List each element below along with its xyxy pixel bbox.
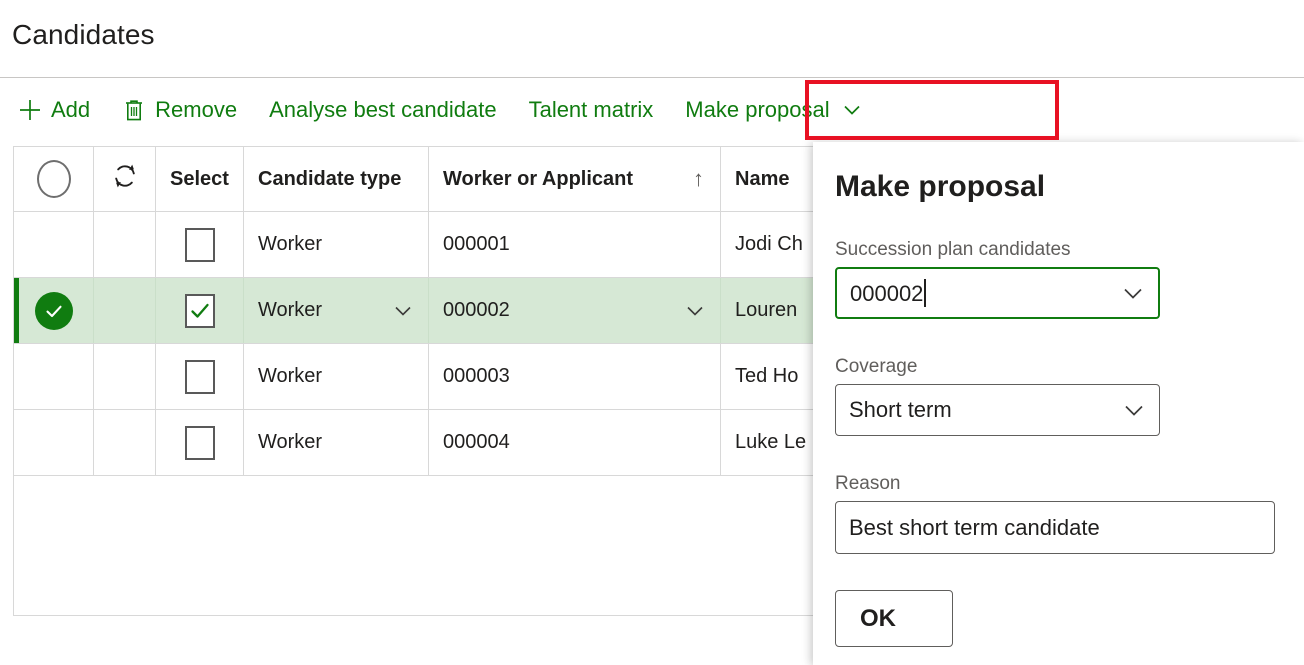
row-select-cell[interactable] xyxy=(156,212,244,277)
succession-plan-candidates-value: 000002 xyxy=(850,280,924,306)
coverage-combobox[interactable]: Short term xyxy=(835,384,1160,436)
row-checkbox[interactable] xyxy=(184,227,215,262)
row-status-cell xyxy=(14,410,94,475)
ok-button-label: OK xyxy=(860,604,896,632)
row-candidate-type-cell[interactable]: Worker xyxy=(244,344,429,409)
row-name-value: Ted Ho xyxy=(735,365,799,387)
toolbar: Add Remove Analyse best candidate Talent… xyxy=(0,78,1304,142)
dialog-title: Make proposal xyxy=(835,170,1046,203)
worker-or-applicant-chevron-down-icon[interactable] xyxy=(684,300,706,322)
row-refresh-cell xyxy=(94,212,156,277)
coverage-label: Coverage xyxy=(835,356,918,377)
row-name-value: Louren xyxy=(735,299,798,321)
coverage-value: Short term xyxy=(849,397,952,422)
refresh-icon xyxy=(110,161,140,197)
add-button[interactable]: Add xyxy=(0,86,106,134)
make-proposal-button[interactable]: Make proposal xyxy=(669,86,878,134)
succession-plan-candidates-label: Succession plan candidates xyxy=(835,239,1071,260)
chevron-down-icon xyxy=(841,99,863,121)
make-proposal-label: Make proposal xyxy=(685,97,830,122)
reason-field: Reason Best short term candidate xyxy=(835,472,1275,554)
coverage-field: Coverage Short term xyxy=(835,355,1160,436)
analyse-best-candidate-label: Analyse best candidate xyxy=(269,97,497,122)
row-refresh-cell xyxy=(94,278,156,343)
row-worker-or-applicant-cell[interactable]: 000003 xyxy=(429,344,721,409)
add-button-label: Add xyxy=(51,97,91,122)
row-candidate-type-cell[interactable]: Worker xyxy=(244,212,429,277)
row-name-value: Luke Le xyxy=(735,431,807,453)
row-select-cell[interactable] xyxy=(156,278,244,343)
reason-label: Reason xyxy=(835,473,901,494)
row-worker-or-applicant-value: 000003 xyxy=(443,365,510,387)
row-worker-or-applicant-cell[interactable]: 000004 xyxy=(429,410,721,475)
make-proposal-dialog: Make proposal Succession plan candidates… xyxy=(813,142,1304,665)
row-candidate-type-cell[interactable]: Worker xyxy=(244,410,429,475)
remove-button-label: Remove xyxy=(155,97,238,122)
row-status-cell xyxy=(14,278,94,343)
header-refresh-column[interactable] xyxy=(94,147,156,211)
ok-button[interactable]: OK xyxy=(835,590,953,647)
row-worker-or-applicant-value: 000002 xyxy=(443,299,510,321)
succession-plan-candidates-field: Succession plan candidates 000002 xyxy=(835,238,1160,319)
circle-icon xyxy=(36,160,71,198)
row-checkbox[interactable] xyxy=(184,425,215,460)
selected-check-icon xyxy=(34,291,73,330)
header-candidate-type-column[interactable]: Candidate type xyxy=(244,147,429,211)
row-worker-or-applicant-cell[interactable]: 000001 xyxy=(429,212,721,277)
row-worker-or-applicant-value: 000004 xyxy=(443,431,510,453)
remove-button[interactable]: Remove xyxy=(106,86,253,134)
row-candidate-type-value: Worker xyxy=(258,233,323,255)
row-status-cell xyxy=(14,212,94,277)
row-status-cell xyxy=(14,344,94,409)
talent-matrix-label: Talent matrix xyxy=(528,97,654,122)
sort-ascending-icon: ↑ xyxy=(693,166,704,191)
succession-chevron-down-icon[interactable] xyxy=(1120,280,1146,306)
row-refresh-cell xyxy=(94,344,156,409)
row-worker-or-applicant-value: 000001 xyxy=(443,233,510,255)
header-select-column[interactable]: Select xyxy=(156,147,244,211)
row-select-cell[interactable] xyxy=(156,410,244,475)
candidate-type-chevron-down-icon[interactable] xyxy=(392,300,414,322)
row-name-value: Jodi Ch xyxy=(735,233,803,255)
trash-icon xyxy=(122,98,146,122)
row-candidate-type-cell[interactable]: Worker xyxy=(244,278,429,343)
header-name-label: Name xyxy=(735,167,790,190)
row-candidate-type-value: Worker xyxy=(258,365,323,387)
header-worker-or-applicant-label: Worker or Applicant xyxy=(443,167,634,190)
talent-matrix-button[interactable]: Talent matrix xyxy=(513,86,670,134)
reason-input[interactable]: Best short term candidate xyxy=(835,501,1275,554)
plus-icon xyxy=(18,98,42,122)
header-status-column[interactable] xyxy=(14,147,94,211)
header-worker-or-applicant-column[interactable]: Worker or Applicant ↑ xyxy=(429,147,721,211)
text-cursor xyxy=(924,278,927,307)
row-candidate-type-value: Worker xyxy=(258,299,323,321)
succession-plan-candidates-combobox[interactable]: 000002 xyxy=(835,267,1160,319)
header-candidate-type-label: Candidate type xyxy=(258,167,402,190)
row-select-cell[interactable] xyxy=(156,344,244,409)
reason-value: Best short term candidate xyxy=(849,514,1100,540)
row-checkbox-checked[interactable] xyxy=(184,293,215,328)
row-checkbox[interactable] xyxy=(184,359,215,394)
page-title: Candidates xyxy=(12,19,155,50)
coverage-chevron-down-icon[interactable] xyxy=(1121,397,1147,423)
row-candidate-type-value: Worker xyxy=(258,431,323,453)
header-select-label: Select xyxy=(170,167,229,190)
row-refresh-cell xyxy=(94,410,156,475)
row-worker-or-applicant-cell[interactable]: 000002 xyxy=(429,278,721,343)
row-selection-bar xyxy=(14,278,19,343)
analyse-best-candidate-button[interactable]: Analyse best candidate xyxy=(253,86,513,134)
